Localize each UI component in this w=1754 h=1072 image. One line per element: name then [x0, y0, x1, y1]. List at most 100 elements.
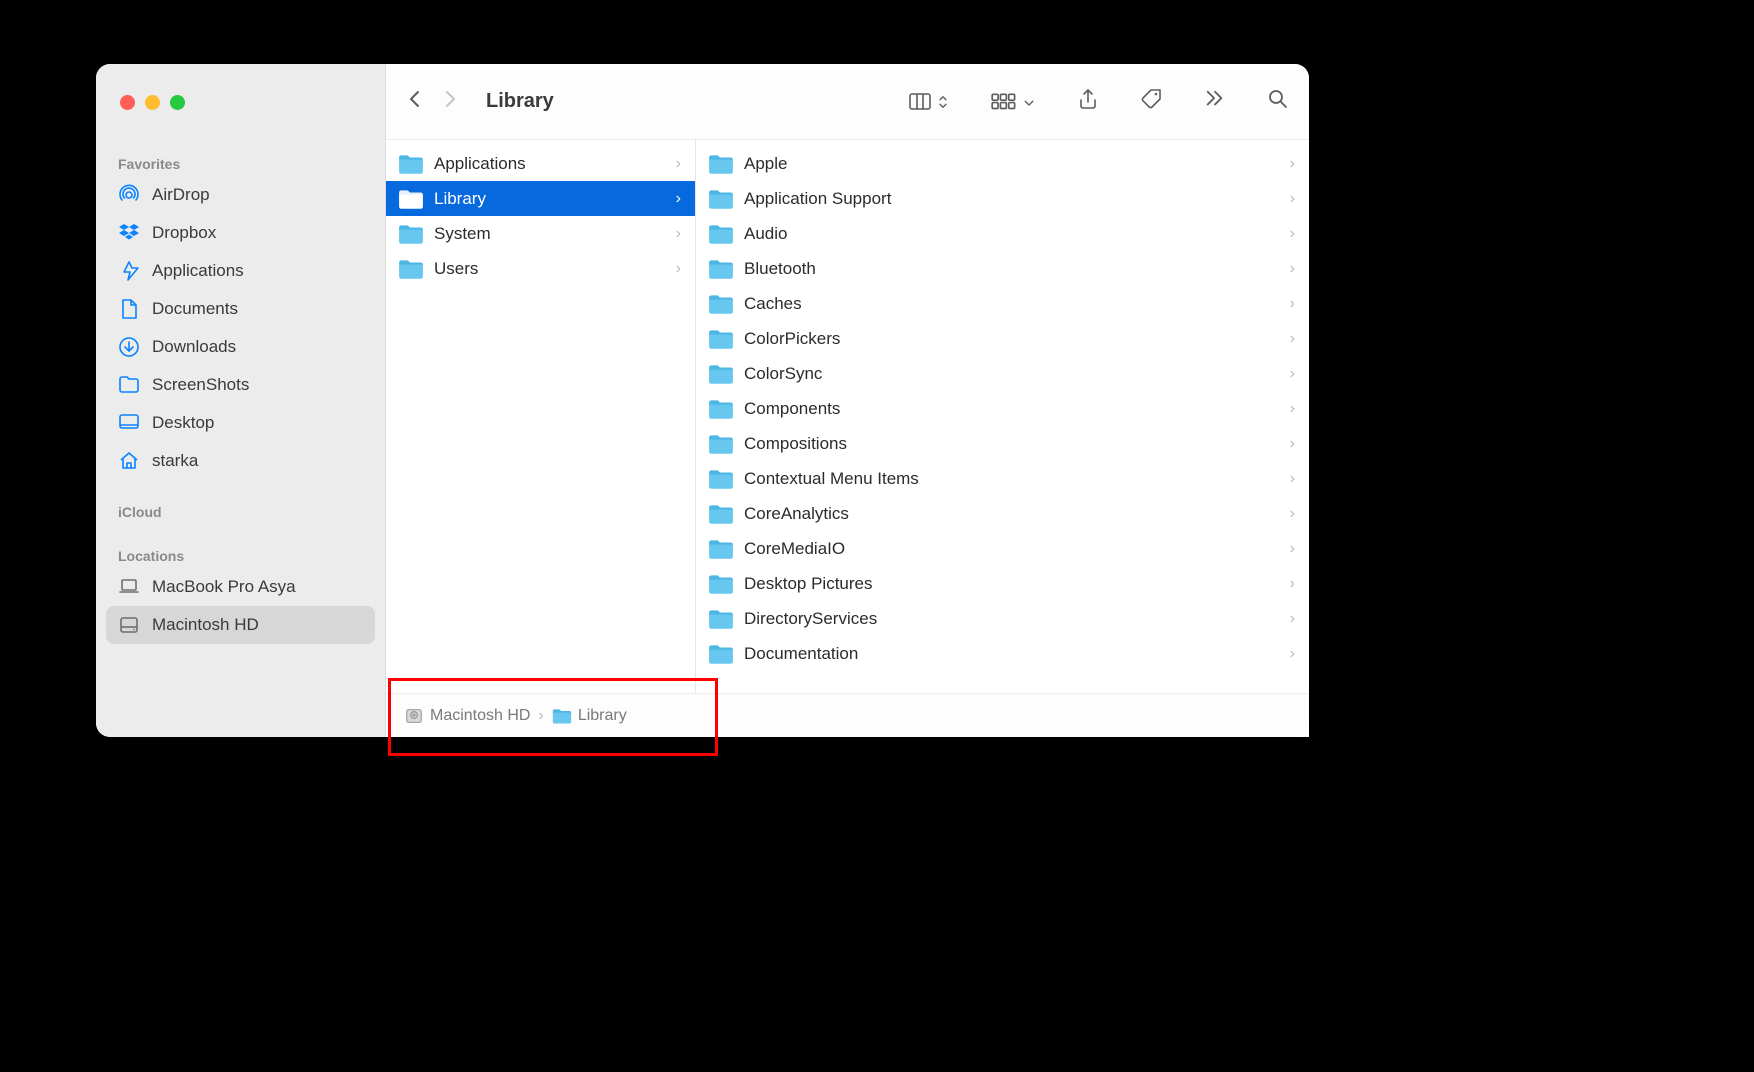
column-2-item[interactable]: CoreMediaIO› [696, 531, 1309, 566]
folder-icon [398, 258, 424, 280]
sidebar: Favorites AirDrop Dropbox Applications Docu… [96, 140, 386, 737]
sidebar-item-desktop[interactable]: Desktop [106, 404, 375, 442]
sidebar-item-label: starka [152, 451, 198, 471]
column-2-item[interactable]: CoreAnalytics› [696, 496, 1309, 531]
sidebar-section-favorites: Favorites [106, 146, 375, 176]
tags-button[interactable] [1141, 88, 1163, 115]
column-2-item[interactable]: ColorSync› [696, 356, 1309, 391]
folder-icon [708, 363, 734, 385]
columns-icon [909, 91, 931, 113]
sidebar-item-label: AirDrop [152, 185, 210, 205]
folder-icon [708, 188, 734, 210]
finder-window: Library Favorites AirDropDropboxAp [96, 64, 1309, 737]
column-2-item[interactable]: Documentation › [696, 636, 1309, 671]
share-button[interactable] [1077, 88, 1099, 115]
column-2-item[interactable]: Compositions› [696, 426, 1309, 461]
folder-label: Documentation [744, 644, 1280, 664]
tag-icon [1141, 88, 1163, 110]
folder-icon [708, 398, 734, 420]
folder-label: Library [434, 189, 666, 209]
path-separator-icon: › [538, 707, 543, 725]
column-2-item[interactable]: Audio › [696, 216, 1309, 251]
search-button[interactable] [1267, 88, 1289, 115]
sidebar-item-macintosh-hd[interactable]: Macintosh HD [106, 606, 375, 644]
folder-icon [708, 328, 734, 350]
hdd-icon [404, 707, 424, 725]
double-chevron-right-icon [1205, 88, 1225, 110]
folder-label: Apple [744, 154, 1280, 174]
folder-icon [708, 433, 734, 455]
folder-label: Audio [744, 224, 1280, 244]
column-2-item[interactable]: Apple› [696, 146, 1309, 181]
sidebar-item-macbook-pro-asya[interactable]: MacBook Pro Asya [106, 568, 375, 606]
group-by-button[interactable] [991, 93, 1035, 111]
column-1-item[interactable]: Library› [386, 181, 695, 216]
sidebar-item-dropbox[interactable]: Dropbox [106, 214, 375, 252]
close-button[interactable] [120, 95, 135, 110]
column-2[interactable]: Apple›Application Support›Audio›Bluetoot… [696, 140, 1309, 737]
folder-icon [708, 538, 734, 560]
chevron-right-icon: › [1290, 225, 1295, 243]
folder-icon [708, 468, 734, 490]
sidebar-item-screenshots[interactable]: ScreenShots [106, 366, 375, 404]
sidebar-item-airdrop[interactable]: AirDrop [106, 176, 375, 214]
sidebar-item-label: Applications [152, 261, 244, 281]
chevron-right-icon: › [1290, 540, 1295, 558]
chevron-right-icon: › [1290, 435, 1295, 453]
sidebar-item-label: MacBook Pro Asya [152, 577, 296, 597]
sidebar-item-applications[interactable]: Applications [106, 252, 375, 290]
folder-label: Application Support [744, 189, 1280, 209]
chevron-right-icon: › [1290, 645, 1295, 663]
path-item-root[interactable]: Macintosh HD [404, 707, 530, 725]
folder-icon [398, 188, 424, 210]
airdrop-icon [118, 184, 140, 206]
back-button[interactable] [406, 90, 424, 113]
column-2-item[interactable]: Application Support› [696, 181, 1309, 216]
chevron-down-icon [1023, 97, 1035, 107]
column-1[interactable]: Applications›Library›System›Users› [386, 140, 696, 737]
folder-label: Desktop Pictures [744, 574, 1280, 594]
column-view: Applications›Library›System›Users› Apple… [386, 140, 1309, 737]
folder-label: CoreAnalytics [744, 504, 1280, 524]
search-icon [1267, 88, 1289, 110]
view-columns-button[interactable] [909, 91, 949, 113]
column-1-item[interactable]: Users › [386, 251, 695, 286]
sidebar-section-locations: Locations [106, 538, 375, 568]
chevron-right-icon: › [1290, 470, 1295, 488]
folder-label: Bluetooth [744, 259, 1280, 279]
zoom-button[interactable] [170, 95, 185, 110]
toolbar-overflow-button[interactable] [1205, 88, 1225, 115]
toolbar: Library [96, 64, 1309, 140]
folder-icon [708, 293, 734, 315]
folder-label: Users [434, 259, 666, 279]
folder-icon [708, 573, 734, 595]
column-1-item[interactable]: Applications› [386, 146, 695, 181]
share-icon [1077, 88, 1099, 110]
chevron-right-icon: › [1290, 610, 1295, 628]
desktop-icon [118, 412, 140, 434]
sidebar-item-downloads[interactable]: Downloads [106, 328, 375, 366]
sidebar-item-starka[interactable]: starka [106, 442, 375, 480]
window-controls [96, 64, 386, 140]
chevron-right-icon: › [1290, 295, 1295, 313]
folder-label: DirectoryServices [744, 609, 1280, 629]
folder-icon [398, 153, 424, 175]
column-2-item[interactable]: ColorPickers› [696, 321, 1309, 356]
folder-label: Contextual Menu Items [744, 469, 1280, 489]
column-2-item[interactable]: Desktop Pictures› [696, 566, 1309, 601]
minimize-button[interactable] [145, 95, 160, 110]
column-2-item[interactable]: Components› [696, 391, 1309, 426]
column-2-item[interactable]: Caches › [696, 286, 1309, 321]
forward-button[interactable] [442, 90, 460, 113]
column-1-item[interactable]: System› [386, 216, 695, 251]
column-2-item[interactable]: Bluetooth› [696, 251, 1309, 286]
sidebar-item-label: Desktop [152, 413, 214, 433]
folder-label: Caches [744, 294, 1280, 314]
sidebar-item-documents[interactable]: Documents [106, 290, 375, 328]
path-item-current[interactable]: Library [552, 707, 627, 725]
chevron-right-icon: › [676, 260, 681, 278]
folder-icon [708, 258, 734, 280]
column-2-item[interactable]: Contextual Menu Items › [696, 461, 1309, 496]
nav-buttons [406, 90, 460, 113]
column-2-item[interactable]: DirectoryServices › [696, 601, 1309, 636]
